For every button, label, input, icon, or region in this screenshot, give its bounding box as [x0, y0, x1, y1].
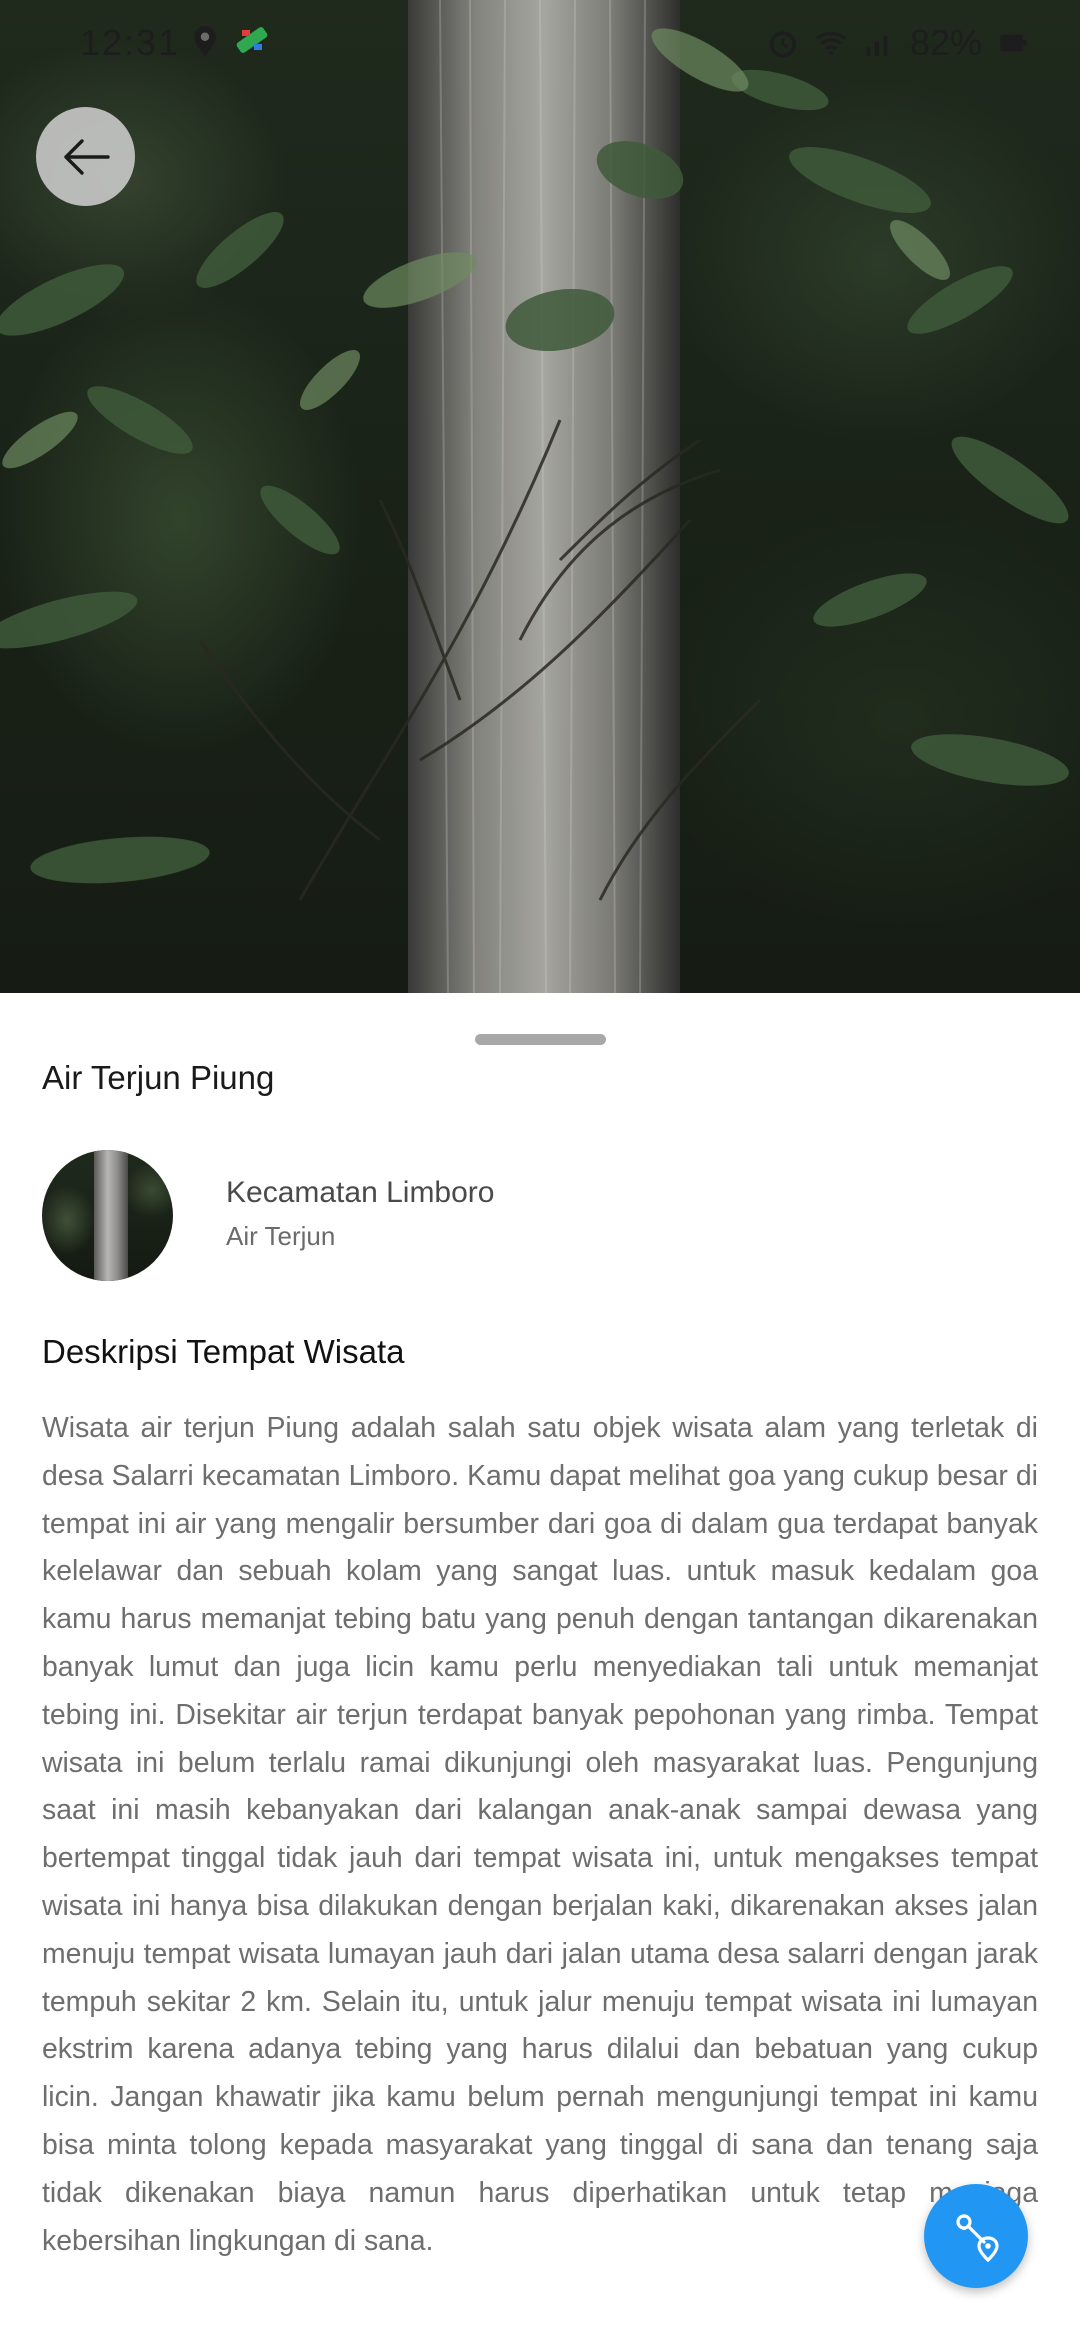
status-indicators: 82%	[766, 22, 1030, 64]
app-notification-icon	[236, 27, 268, 53]
wifi-icon	[815, 31, 847, 56]
drag-handle[interactable]	[475, 1034, 606, 1045]
arrow-left-icon	[63, 138, 110, 175]
battery-icon	[1000, 34, 1027, 52]
description-heading: Deskripsi Tempat Wisata	[42, 1333, 405, 1370]
route-button[interactable]	[924, 2184, 1028, 2288]
hero-image	[0, 0, 1080, 993]
battery-percent: 82%	[909, 22, 982, 63]
status-bar: 12:31 82%	[0, 0, 1080, 84]
place-thumbnail	[42, 1150, 173, 1281]
description-body: Wisata air terjun Piung adalah salah sat…	[42, 1412, 1038, 2257]
thumbnail-waterfall	[94, 1150, 128, 1281]
route-icon	[956, 2214, 999, 2263]
detail-screen: 12:31 82% Air Terjun Piung Kecamatan Lim…	[0, 0, 1080, 2340]
place-category: Air Terjun	[226, 1221, 336, 1251]
alarm-icon	[769, 31, 797, 58]
location-icon	[194, 26, 216, 56]
detail-sheet: Air Terjun Piung Kecamatan Limboro Air T…	[0, 993, 1080, 2340]
place-title: Air Terjun Piung	[42, 1059, 275, 1096]
back-button[interactable]	[36, 107, 135, 206]
status-time: 12:31	[80, 22, 181, 63]
place-district: Kecamatan Limboro	[226, 1176, 495, 1209]
waterfall-illustration	[0, 0, 1069, 993]
signal-icon	[866, 35, 888, 56]
